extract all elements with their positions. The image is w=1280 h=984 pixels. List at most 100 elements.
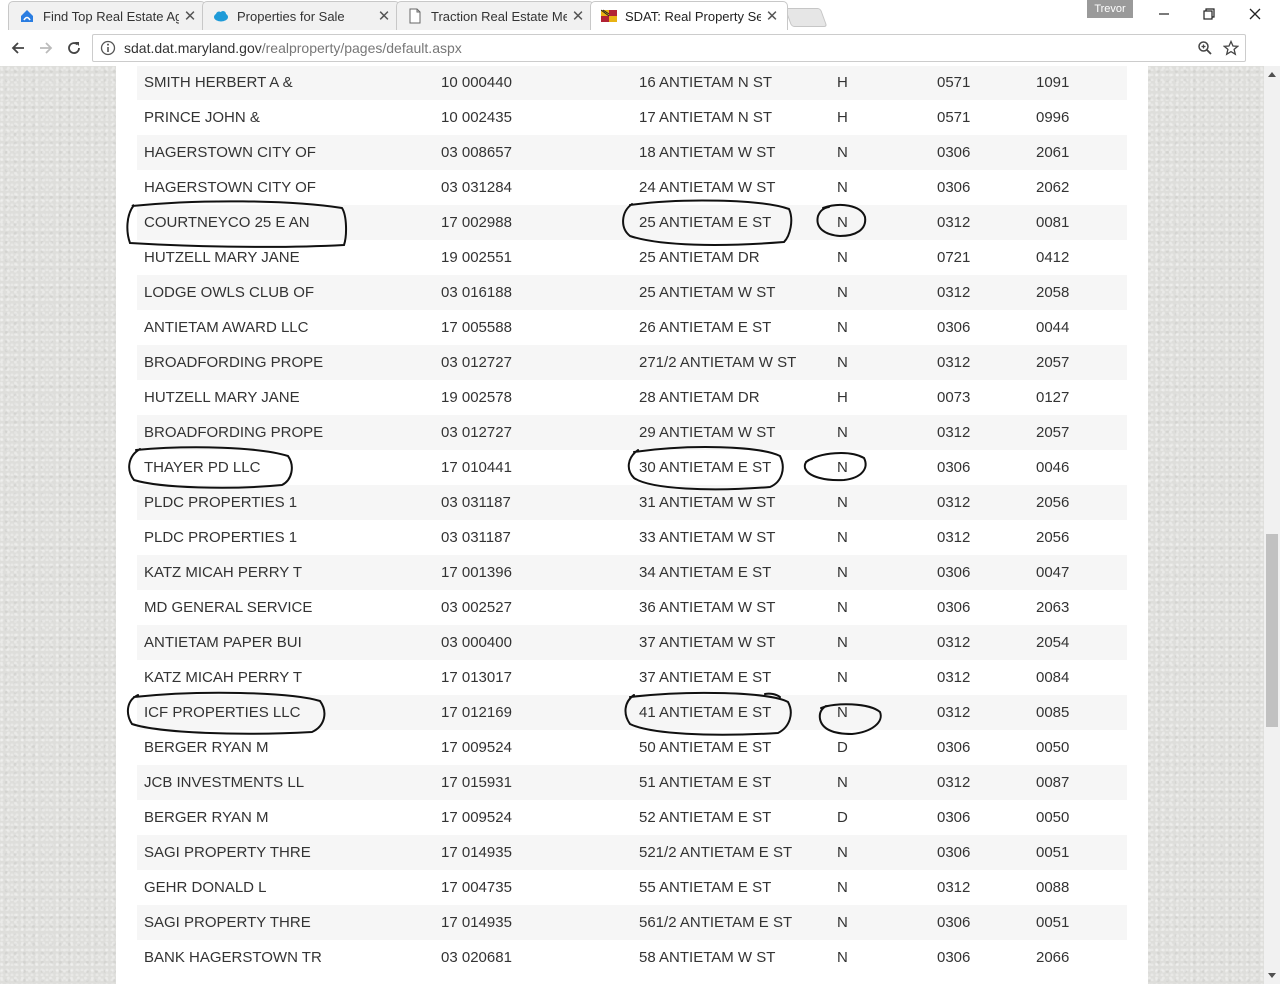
owner-name-link[interactable]: HUTZELL MARY JANE (137, 380, 434, 415)
map-number: 0073 (930, 380, 1029, 415)
tab-find-top-real-estate[interactable]: Find Top Real Estate Age ✕ (8, 1, 206, 30)
owner-name-link[interactable]: BERGER RYAN M (137, 800, 434, 835)
owner-name-link[interactable]: KATZ MICAH PERRY T (137, 660, 434, 695)
owner-name-link[interactable]: PLDC PROPERTIES 1 (137, 520, 434, 555)
restore-icon[interactable] (1186, 0, 1232, 28)
owner-name-link[interactable]: BROADFORDING PROPE (137, 345, 434, 380)
owner-name-link[interactable]: HUTZELL MARY JANE (137, 240, 434, 275)
street-address: 25 ANTIETAM DR (632, 240, 830, 275)
premise-type: N (830, 765, 930, 800)
table-row: THAYER PD LLC 17 010441 30 ANTIETAM E ST N 0… (137, 450, 1127, 485)
owner-name-link[interactable]: BANK HAGERSTOWN TR (137, 940, 434, 975)
map-number: 0312 (930, 625, 1029, 660)
map-number: 0312 (930, 415, 1029, 450)
table-row: PLDC PROPERTIES 1 03 031187 33 ANTIETAM W … (137, 520, 1127, 555)
reload-icon[interactable] (62, 36, 86, 60)
street-address: 33 ANTIETAM W ST (632, 520, 830, 555)
street-address: 30 ANTIETAM E ST (632, 450, 830, 485)
document-icon (407, 8, 423, 24)
table-row: HUTZELL MARY JANE 19 002578 28 ANTIETAM DR… (137, 380, 1127, 415)
account-number: 03 002527 (434, 590, 632, 625)
url-text[interactable]: sdat.dat.maryland.gov/realproperty/pages… (124, 40, 1193, 56)
owner-name-link[interactable]: PRINCE JOHN & (137, 100, 434, 135)
owner-name-link[interactable]: MD GENERAL SERVICE (137, 590, 434, 625)
account-number: 03 012727 (434, 415, 632, 450)
map-number: 0312 (930, 660, 1029, 695)
scrollbar-thumb[interactable] (1266, 534, 1278, 727)
tab-sdat-real-property[interactable]: SDAT: Real Property Sear ✕ (590, 1, 788, 30)
street-address: 271/2 ANTIETAM W ST (632, 345, 830, 380)
premise-type: N (830, 485, 930, 520)
owner-name-link[interactable]: ANTIETAM PAPER BUI (137, 625, 434, 660)
table-row: HAGERSTOWN CITY OF 03 008657 18 ANTIETAM W… (137, 135, 1127, 170)
search-results-table: SMITH HERBERT A & 10 000440 16 ANTIETAM N … (137, 66, 1127, 975)
table-row: COURTNEYCO 25 E AN 17 002988 25 ANTIETAM E… (137, 205, 1127, 240)
owner-name-link[interactable]: THAYER PD LLC (137, 450, 434, 485)
profile-badge[interactable]: Trevor (1087, 0, 1133, 18)
parcel-number: 0085 (1029, 695, 1127, 730)
premise-type: N (830, 695, 930, 730)
map-number: 0306 (930, 730, 1029, 765)
owner-name-link[interactable]: GEHR DONALD L (137, 870, 434, 905)
close-icon[interactable]: ✕ (183, 7, 197, 25)
browser-toolbar: sdat.dat.maryland.gov/realproperty/pages… (0, 30, 1280, 88)
premise-type: N (830, 205, 930, 240)
owner-name-link[interactable]: ICF PROPERTIES LLC (137, 695, 434, 730)
forward-arrow-icon[interactable] (34, 36, 58, 60)
premise-type: N (830, 660, 930, 695)
table-row: KATZ MICAH PERRY T 17 013017 37 ANTIETAM E… (137, 660, 1127, 695)
premise-type: H (830, 66, 930, 100)
zoom-icon[interactable] (1193, 36, 1217, 60)
minimize-icon[interactable] (1141, 0, 1187, 28)
street-address: 36 ANTIETAM W ST (632, 590, 830, 625)
owner-name-link[interactable]: LODGE OWLS CLUB OF (137, 275, 434, 310)
owner-name-link[interactable]: JCB INVESTMENTS LL (137, 765, 434, 800)
owner-name-link[interactable]: HAGERSTOWN CITY OF (137, 170, 434, 205)
map-number: 0312 (930, 520, 1029, 555)
account-number: 17 005588 (434, 310, 632, 345)
info-icon[interactable] (100, 40, 116, 56)
parcel-number: 2062 (1029, 170, 1127, 205)
close-icon[interactable]: ✕ (571, 7, 585, 25)
close-icon[interactable]: ✕ (765, 7, 779, 25)
street-address: 26 ANTIETAM E ST (632, 310, 830, 345)
map-number: 0721 (930, 240, 1029, 275)
table-row: KATZ MICAH PERRY T 17 001396 34 ANTIETAM E… (137, 555, 1127, 590)
bookmark-star-icon[interactable] (1219, 36, 1243, 60)
owner-name-link[interactable]: ANTIETAM AWARD LLC (137, 310, 434, 345)
owner-name-link[interactable]: SMITH HERBERT A & (137, 66, 434, 100)
address-bar[interactable]: sdat.dat.maryland.gov/realproperty/pages… (92, 34, 1246, 62)
premise-type: N (830, 905, 930, 940)
owner-name-link[interactable]: COURTNEYCO 25 E AN (137, 205, 434, 240)
premise-type: N (830, 590, 930, 625)
parcel-number: 2066 (1029, 940, 1127, 975)
window-close-icon[interactable] (1232, 0, 1278, 28)
tab-properties-for-sale[interactable]: Properties for Sale ✕ (202, 1, 400, 30)
table-row: ICF PROPERTIES LLC 17 012169 41 ANTIETAM E… (137, 695, 1127, 730)
table-row: BROADFORDING PROPE 03 012727 29 ANTIETAM W… (137, 415, 1127, 450)
street-address: 51 ANTIETAM E ST (632, 765, 830, 800)
owner-name-link[interactable]: HAGERSTOWN CITY OF (137, 135, 434, 170)
parcel-number: 0088 (1029, 870, 1127, 905)
close-icon[interactable]: ✕ (377, 7, 391, 25)
map-number: 0306 (930, 170, 1029, 205)
account-number: 03 012727 (434, 345, 632, 380)
scroll-up-arrow-icon[interactable] (1264, 66, 1280, 83)
back-arrow-icon[interactable] (6, 36, 30, 60)
tab-traction-real-estate[interactable]: Traction Real Estate Men ✕ (396, 1, 594, 30)
table-row: ANTIETAM PAPER BUI 03 000400 37 ANTIETAM W… (137, 625, 1127, 660)
table-row: LODGE OWLS CLUB OF 03 016188 25 ANTIETAM W… (137, 275, 1127, 310)
vertical-scrollbar[interactable] (1264, 66, 1280, 984)
new-tab-button[interactable] (784, 8, 828, 27)
owner-name-link[interactable]: SAGI PROPERTY THRE (137, 835, 434, 870)
street-address: 37 ANTIETAM W ST (632, 625, 830, 660)
owner-name-link[interactable]: KATZ MICAH PERRY T (137, 555, 434, 590)
scroll-down-arrow-icon[interactable] (1264, 967, 1280, 984)
street-address: 50 ANTIETAM E ST (632, 730, 830, 765)
table-row: ANTIETAM AWARD LLC 17 005588 26 ANTIETAM E… (137, 310, 1127, 345)
owner-name-link[interactable]: BERGER RYAN M (137, 730, 434, 765)
owner-name-link[interactable]: SAGI PROPERTY THRE (137, 905, 434, 940)
account-number: 03 031284 (434, 170, 632, 205)
owner-name-link[interactable]: BROADFORDING PROPE (137, 415, 434, 450)
owner-name-link[interactable]: PLDC PROPERTIES 1 (137, 485, 434, 520)
